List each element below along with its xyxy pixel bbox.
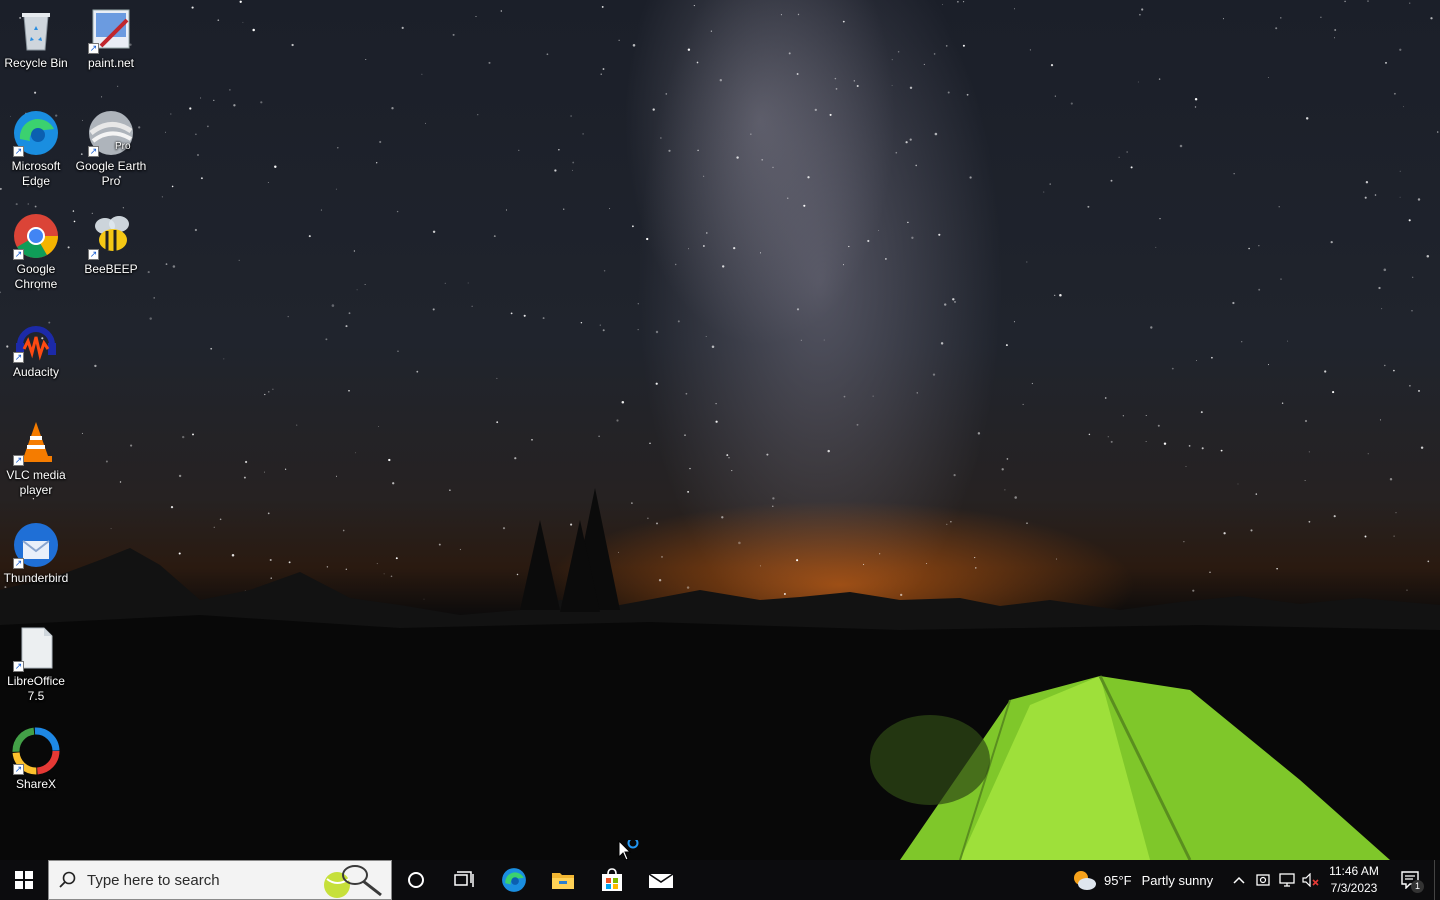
show-hidden-icons-button[interactable] xyxy=(1228,860,1250,900)
desktop-icon-sharex[interactable]: ↗ ShareX xyxy=(0,723,72,792)
tray-meet-now-button[interactable] xyxy=(1252,860,1274,900)
taskbar-edge-button[interactable] xyxy=(490,860,538,900)
desktop-icon-google-earth[interactable]: ↗ Pro Google Earth Pro xyxy=(75,105,147,189)
busy-cursor-icon xyxy=(618,840,639,861)
weather-widget[interactable]: 95°F Partly sunny xyxy=(1070,860,1220,900)
cortana-button[interactable] xyxy=(392,860,440,900)
desktop-icon-beebeep[interactable]: ↗ BeeBEEP xyxy=(75,208,147,277)
task-view-button[interactable] xyxy=(440,860,488,900)
microsoft-store-icon xyxy=(602,868,622,891)
wallpaper-landscape xyxy=(0,488,1440,860)
icon-label: Google Chrome xyxy=(14,262,58,291)
action-center-button[interactable]: 1 xyxy=(1392,860,1428,900)
taskbar: Type here to search 95°F Partly sunny 11… xyxy=(0,860,1440,900)
desktop-icon-vlc[interactable]: ↗ VLC media player xyxy=(0,414,72,498)
weather-temperature: 95°F xyxy=(1104,872,1132,888)
desktop-icon-paint-net[interactable]: ↗ paint.net xyxy=(75,2,147,71)
chevron-up-icon xyxy=(1233,876,1245,884)
task-view-icon xyxy=(454,871,474,887)
taskbar-search-box[interactable]: Type here to search xyxy=(48,860,392,900)
search-placeholder: Type here to search xyxy=(87,871,220,889)
search-icon xyxy=(49,871,87,889)
taskbar-clock[interactable]: 11:46 AM 7/3/2023 xyxy=(1322,860,1386,900)
recycle-bin-icon xyxy=(22,13,50,51)
file-explorer-icon xyxy=(552,873,574,889)
cortana-icon xyxy=(408,872,424,888)
meet-now-icon xyxy=(1256,874,1270,886)
tray-network-button[interactable] xyxy=(1276,860,1298,900)
show-desktop-button[interactable] xyxy=(1434,860,1440,900)
desktop-icon-audacity[interactable]: ↗ Audacity xyxy=(0,311,72,380)
partly-sunny-icon xyxy=(1074,871,1096,890)
tray-volume-button[interactable] xyxy=(1300,860,1322,900)
icon-label: BeeBEEP xyxy=(84,262,138,276)
icon-label: paint.net xyxy=(87,56,135,70)
mail-icon xyxy=(648,873,674,888)
pro-badge: Pro xyxy=(115,141,131,152)
icon-label: VLC media player xyxy=(6,468,66,497)
icon-label: Thunderbird xyxy=(3,571,69,585)
icon-label: LibreOffice 7.5 xyxy=(7,674,65,703)
volume-muted-icon xyxy=(1302,873,1319,887)
weather-condition: Partly sunny xyxy=(1141,872,1214,888)
search-highlight-art-icon xyxy=(324,865,382,898)
desktop-icon-libreoffice[interactable]: ↗ LibreOffice 7.5 xyxy=(0,620,72,704)
desktop-icon-microsoft-edge[interactable]: ↗ Microsoft Edge xyxy=(0,105,72,189)
desktop-icon-thunderbird[interactable]: ↗ Thunderbird xyxy=(0,517,72,586)
start-button[interactable] xyxy=(0,860,48,900)
clock-time: 11:46 AM xyxy=(1329,864,1379,878)
taskbar-microsoft-store-button[interactable] xyxy=(588,860,636,900)
icon-label: Google Earth Pro xyxy=(75,159,147,188)
network-icon xyxy=(1279,873,1295,887)
icon-label: Recycle Bin xyxy=(4,56,68,70)
edge-icon xyxy=(502,868,526,892)
windows-logo-icon xyxy=(15,871,33,889)
notification-count-badge: 1 xyxy=(1411,880,1424,893)
icon-label: ShareX xyxy=(15,777,57,791)
taskbar-mail-button[interactable] xyxy=(637,860,685,900)
taskbar-file-explorer-button[interactable] xyxy=(539,860,587,900)
desktop-icon-google-chrome[interactable]: ↗ Google Chrome xyxy=(0,208,72,292)
icon-label: Microsoft Edge xyxy=(11,159,61,188)
icon-label: Audacity xyxy=(12,365,60,379)
clock-date: 7/3/2023 xyxy=(1330,881,1378,895)
desktop-icon-recycle-bin[interactable]: Recycle Bin xyxy=(0,2,72,71)
